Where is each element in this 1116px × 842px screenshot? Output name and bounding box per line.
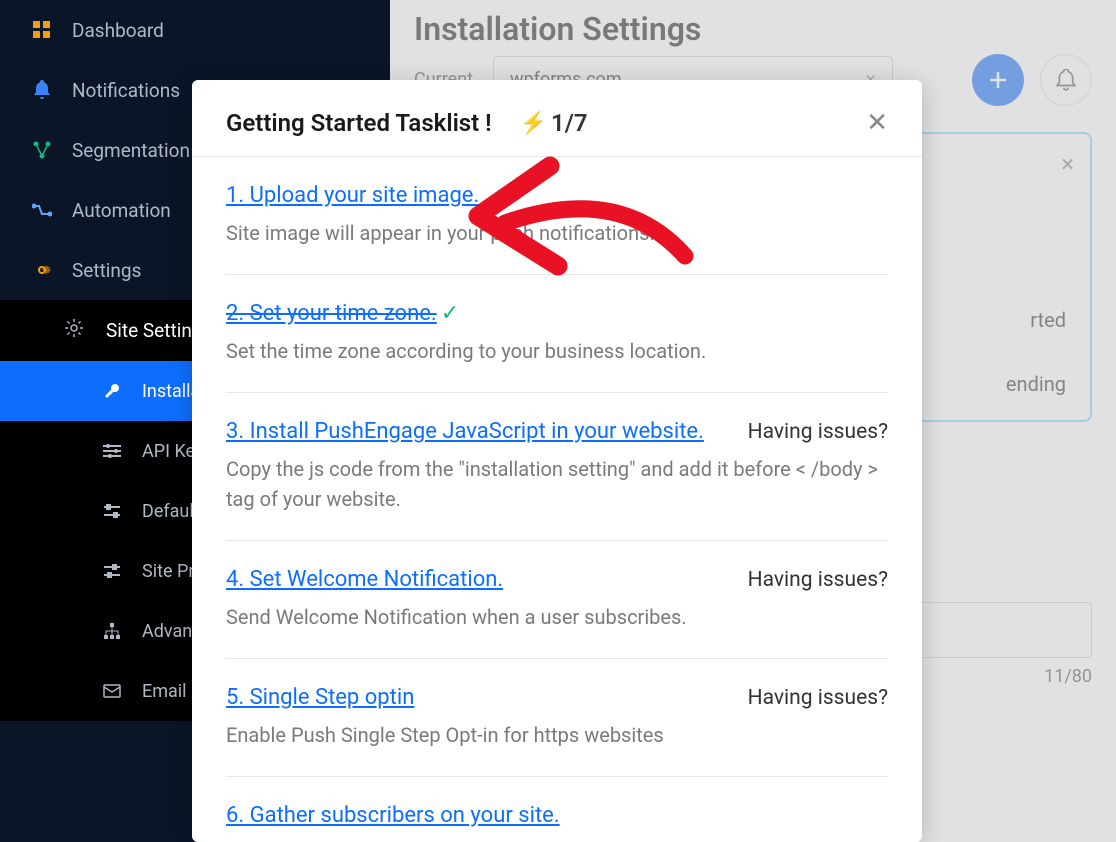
task-description: Minimum 1 subscriber is needed to send a… [226, 838, 888, 842]
workflow-icon [30, 198, 54, 222]
close-icon[interactable]: ✕ [866, 108, 888, 138]
grid-icon [30, 18, 54, 42]
task-item: 5. Single Step optin Having issues? Enable… [226, 659, 888, 777]
sidebar-item-label: Automation [72, 199, 171, 222]
sidebar-item-label: Segmentation [72, 139, 190, 162]
task-item: 1. Upload your site image. Site image wil… [226, 157, 888, 275]
settings-icon [100, 559, 124, 583]
checkmark-icon: ✓ [441, 301, 459, 326]
sidebar-item-label: Settings [72, 259, 141, 282]
tasklist-modal: Getting Started Tasklist ! ⚡ 1/7 ✕ 1. Up… [192, 80, 922, 842]
task-title-link[interactable]: 4. Set Welcome Notification. [226, 567, 503, 592]
task-title-link[interactable]: 3. Install PushEngage JavaScript in your… [226, 419, 704, 444]
mail-icon [100, 679, 124, 703]
task-description: Copy the js code from the "installation … [226, 454, 888, 514]
gear-icon [64, 318, 88, 343]
sidebar-item-label: Dashboard [72, 19, 164, 42]
sidebar-item-dashboard[interactable]: Dashboard [0, 0, 390, 60]
task-title-link[interactable]: 2. Set your time zone. [226, 301, 437, 326]
task-title-link[interactable]: 6. Gather subscribers on your site. [226, 803, 560, 828]
task-item: 4. Set Welcome Notification. Having issue… [226, 541, 888, 659]
task-description: Send Welcome Notification when a user su… [226, 602, 888, 632]
task-description: Site image will appear in your push noti… [226, 218, 888, 248]
tree-icon [100, 619, 124, 643]
wrench-icon [100, 379, 124, 403]
task-title-link[interactable]: 1. Upload your site image. [226, 183, 479, 208]
network-icon [30, 138, 54, 162]
task-count: 1/7 [551, 109, 588, 137]
task-title-link[interactable]: 5. Single Step optin [226, 685, 414, 710]
task-description: Enable Push Single Step Opt-in for https… [226, 720, 888, 750]
gear-icon [30, 258, 54, 282]
task-item: 2. Set your time zone.✓ Set the time zone… [226, 275, 888, 393]
sliders-icon [100, 439, 124, 463]
task-item: 3. Install PushEngage JavaScript in your… [226, 393, 888, 541]
bell-icon [30, 78, 54, 102]
task-description: Set the time zone according to your busi… [226, 336, 888, 366]
sidebar-item-label: Notifications [72, 79, 180, 102]
lightning-icon: ⚡ [520, 111, 547, 136]
adjust-icon [100, 499, 124, 523]
modal-header: Getting Started Tasklist ! ⚡ 1/7 ✕ [192, 80, 922, 157]
modal-body: 1. Upload your site image. Site image wil… [192, 157, 922, 842]
task-item: 6. Gather subscribers on your site. Minim… [226, 777, 888, 842]
having-issues-link[interactable]: Having issues? [748, 686, 888, 710]
modal-title: Getting Started Tasklist ! [226, 109, 492, 137]
having-issues-link[interactable]: Having issues? [748, 420, 888, 444]
having-issues-link[interactable]: Having issues? [748, 568, 888, 592]
